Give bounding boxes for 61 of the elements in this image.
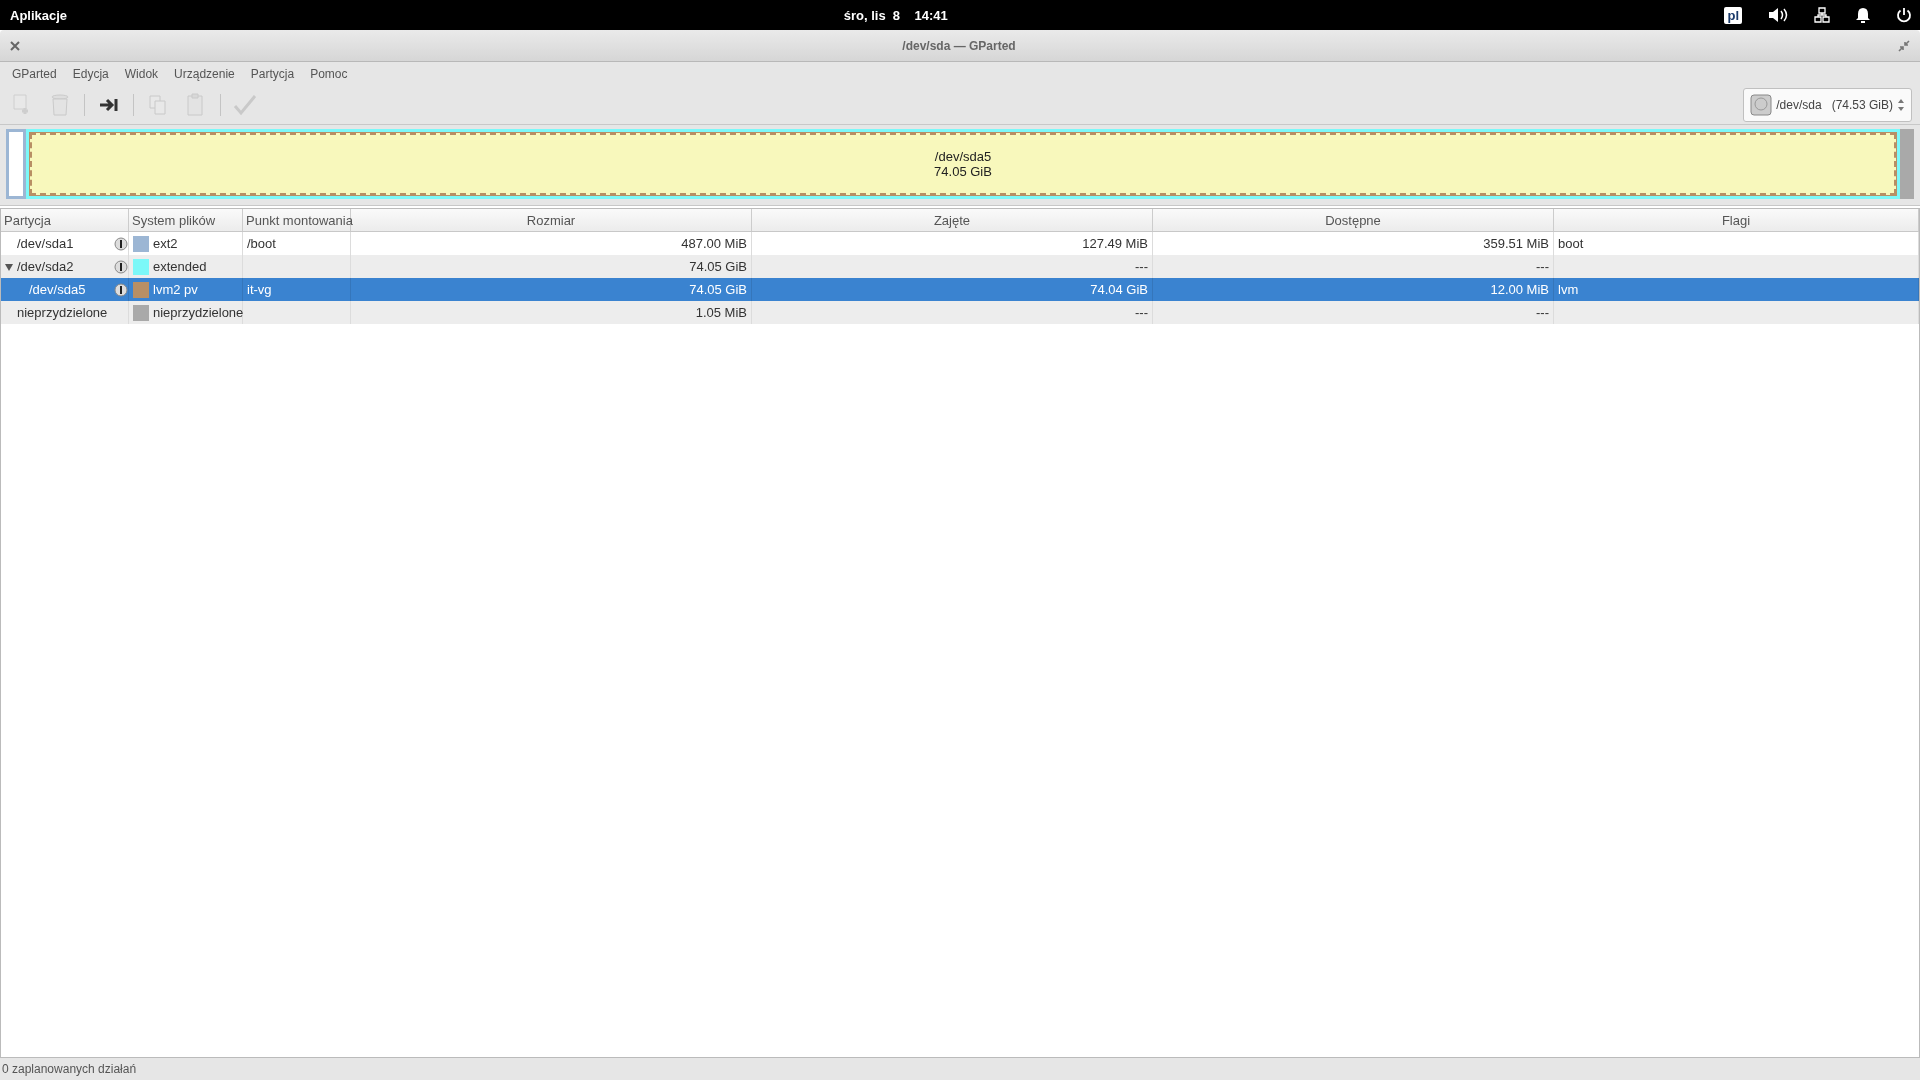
close-icon[interactable] (10, 40, 20, 51)
spin-arrows-icon (1897, 98, 1905, 112)
table-cell: 74.04 GiB (1090, 282, 1148, 297)
menu-item[interactable]: Edycja (64, 67, 117, 81)
partition-block[interactable] (6, 129, 26, 199)
table-cell-text: nieprzydzielone (17, 305, 109, 320)
applications-menu[interactable]: Aplikacje (10, 7, 68, 23)
menu-item[interactable]: Pomoc (302, 67, 356, 81)
table-cell-text: /dev/sda1 (17, 236, 75, 251)
copy-icon (148, 94, 168, 116)
clock[interactable]: śro, lis 8 14:41 (843, 7, 948, 23)
clipboard-icon (186, 93, 206, 117)
column-header[interactable]: Partycja (1, 209, 129, 231)
table-cell: --- (1536, 259, 1549, 274)
table-cell-text: /dev/sda5 (29, 282, 87, 297)
table-cell: 487.00 MiB (681, 236, 747, 251)
table-cell: 1.05 MiB (695, 305, 747, 320)
trash-icon (50, 93, 70, 117)
power-icon[interactable] (1896, 7, 1912, 23)
table-cell: /boot (247, 236, 276, 251)
table-cell: 127.49 MiB (1082, 236, 1148, 251)
partition-label: /dev/sda5 (934, 149, 992, 164)
column-header[interactable]: System plików (129, 209, 243, 231)
column-header[interactable]: Flagi (1554, 209, 1919, 231)
table-cell: 74.05 GiB (689, 282, 747, 297)
collapse-arrow-icon[interactable] (5, 262, 13, 271)
arrow-to-bar-icon (99, 97, 119, 113)
table-cell: ext2 (153, 236, 178, 251)
table-cell: --- (1536, 305, 1549, 320)
table-cell-text: /dev/sda2 (17, 259, 75, 274)
keyboard-layout-indicator[interactable]: pl (1724, 6, 1742, 24)
column-header[interactable]: Dostępne (1153, 209, 1554, 231)
table-cell: --- (1135, 259, 1148, 274)
checkmark-icon (233, 94, 257, 116)
table-row[interactable]: /dev/sda5 lvm2 pv it-vg 74.05 GiB 74.04 GiB 12.00 MiB lvm (1, 278, 1919, 301)
bell-icon[interactable] (1856, 7, 1870, 23)
partition-size: 74.05 GiB (934, 164, 992, 179)
network-icon[interactable] (1814, 7, 1830, 23)
window-title: /dev/sda — GParted (901, 38, 1017, 53)
table-cell: --- (1135, 305, 1148, 320)
menu-item[interactable]: GParted (4, 67, 65, 81)
menu-item[interactable]: Partycja (242, 67, 303, 81)
column-header[interactable]: Zajęte (752, 209, 1153, 231)
table-cell: 359.51 MiB (1483, 236, 1549, 251)
table-cell: it-vg (247, 282, 272, 297)
unmaximize-icon[interactable] (1898, 39, 1910, 52)
volume-icon[interactable] (1768, 7, 1788, 23)
device-selector[interactable]: /dev/sda (74.53 GiB) (1743, 88, 1912, 122)
table-cell: lvm (1558, 282, 1579, 297)
menu-item[interactable]: Urządzenie (166, 67, 243, 81)
table-cell: nieprzydzielone (153, 305, 244, 320)
status-text: 0 zaplanowanych działań (2, 1062, 137, 1076)
table-cell: boot (1558, 236, 1584, 251)
table-row[interactable]: nieprzydzielone nieprzydzielone 1.05 MiB --- --- (1, 301, 1919, 324)
table-cell: extended (153, 259, 207, 274)
table-cell: 12.00 MiB (1490, 282, 1549, 297)
table-cell: lvm2 pv (153, 282, 198, 297)
menu-item[interactable]: Widok (116, 67, 167, 81)
table-row[interactable]: /dev/sda2 extended 74.05 GiB --- --- (1, 255, 1919, 278)
table-cell: 74.05 GiB (689, 259, 747, 274)
column-header[interactable]: Punkt montowania (243, 209, 351, 231)
